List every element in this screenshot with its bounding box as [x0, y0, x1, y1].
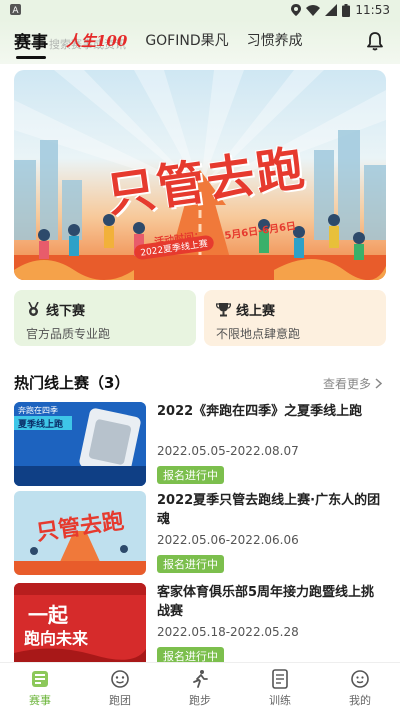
tab-life-100[interactable]: 人生100: [66, 30, 127, 51]
battery-icon: [342, 3, 351, 17]
nav-label: 我的: [349, 694, 371, 707]
event-title: 2022《奔跑在四季》之夏季线上跑: [157, 404, 363, 419]
training-icon: [272, 669, 288, 689]
event-item[interactable]: 只管去跑 2022夏季只管去跑线上赛·广东人的团魂 2022.05.06-202…: [14, 491, 386, 575]
nav-running[interactable]: 跑步: [160, 663, 240, 711]
nav-label: 跑团: [109, 694, 131, 707]
event-item[interactable]: 奔跑在四季 夏季线上跑 2022《奔跑在四季》之夏季线上跑 2022.05.05…: [14, 402, 386, 486]
location-icon: [291, 4, 302, 16]
status-badge: 报名进行中: [157, 466, 224, 484]
nav-races[interactable]: 赛事: [0, 663, 80, 711]
event-thumbnail: 一起 跑向未来: [14, 583, 146, 667]
status-time: 11:53: [355, 3, 390, 17]
event-dates: 2022.05.06-2022.06.06: [157, 533, 299, 547]
online-race-title: 线上赛: [236, 304, 276, 319]
trophy-icon: [216, 303, 231, 317]
event-dates: 2022.05.05-2022.08.07: [157, 444, 299, 458]
nav-label: 赛事: [29, 694, 51, 707]
team-icon: [111, 670, 129, 688]
thumb-text-2: 跑向未来: [24, 629, 89, 648]
event-item[interactable]: 一起 跑向未来 客家体育俱乐部5周年接力跑暨线上挑战赛 2022.05.18-2…: [14, 583, 386, 667]
nav-profile[interactable]: 我的: [320, 663, 400, 711]
thumb-text-1: 一起: [28, 603, 68, 627]
svg-text:A: A: [12, 6, 19, 15]
event-thumbnail: 奔跑在四季 夏季线上跑: [14, 402, 146, 486]
thumb-text-1: 奔跑在四季: [18, 406, 58, 415]
signal-icon: [325, 4, 338, 16]
offline-race-card[interactable]: 线下赛 官方品质专业跑: [14, 290, 196, 346]
event-title: 客家体育俱乐部5周年接力跑暨线上挑战赛: [157, 585, 375, 619]
bottom-nav: 赛事 跑团 跑步 训练 我的: [0, 662, 400, 711]
bell-icon[interactable]: [364, 30, 386, 52]
offline-race-desc: 官方品质专业跑: [26, 327, 111, 341]
tab-habits[interactable]: 习惯养成: [247, 30, 303, 50]
hot-online-races-title: 热门线上赛（3）: [14, 374, 130, 392]
tab-races[interactable]: 赛事: [14, 28, 48, 59]
status-badge: 报名进行中: [157, 555, 224, 573]
promo-banner[interactable]: 只管去跑 2022夏季线上赛 活动时间： 5月6日-6月6日: [14, 70, 386, 280]
tab-gofind[interactable]: GOFIND果凡: [145, 30, 228, 50]
event-title: 2022夏季只管去跑线上赛·广东人的团魂: [157, 493, 381, 527]
event-thumbnail: 只管去跑: [14, 491, 146, 575]
wifi-icon: [306, 4, 321, 16]
top-tabs: 赛事 人生100 GOFIND果凡 习惯养成: [14, 28, 321, 59]
nav-label: 训练: [269, 694, 291, 707]
nav-training[interactable]: 训练: [240, 663, 320, 711]
running-icon: [193, 670, 208, 688]
thumb-text-2: 夏季线上跑: [18, 420, 64, 430]
profile-icon: [351, 670, 369, 688]
online-race-card[interactable]: 线上赛 不限地点肆意跑: [204, 290, 386, 346]
nav-label: 跑步: [189, 694, 211, 707]
chevron-right-icon: [375, 378, 382, 389]
online-race-desc: 不限地点肆意跑: [216, 327, 301, 341]
view-more-link[interactable]: 查看更多: [323, 375, 382, 392]
header: 搜索赛事或资讯 赛事 人生100 GOFIND果凡 习惯养成: [0, 20, 400, 64]
medal-icon: [28, 302, 39, 316]
status-bar: A 11:53: [0, 0, 400, 20]
offline-race-title: 线下赛: [46, 304, 86, 319]
a-app-icon: A: [10, 4, 21, 15]
race-icon: [32, 671, 48, 687]
nav-teams[interactable]: 跑团: [80, 663, 160, 711]
event-dates: 2022.05.18-2022.05.28: [157, 625, 299, 639]
view-more-label: 查看更多: [322, 377, 371, 391]
